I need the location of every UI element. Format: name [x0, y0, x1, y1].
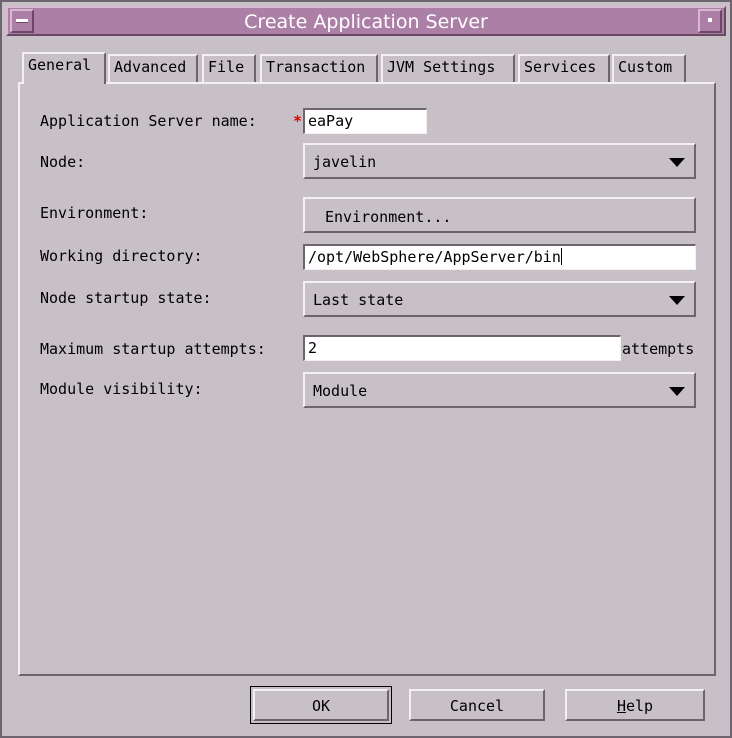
text-caret	[560, 248, 562, 265]
working-directory-value: /opt/WebSphere/AppServer/bin	[308, 248, 561, 266]
tab-advanced[interactable]: Advanced	[108, 54, 198, 82]
server-name-label: Application Server name:	[40, 112, 257, 130]
arrow-down-icon	[669, 387, 685, 396]
module-visibility-value: Module	[313, 382, 368, 400]
window-title: Create Application Server	[244, 11, 488, 33]
tab-jvm-settings[interactable]: JVM Settings	[381, 54, 515, 82]
environment-label: Environment:	[40, 204, 149, 222]
environment-button-label: Environment...	[325, 208, 452, 226]
node-select-value: javelin	[313, 153, 377, 171]
help-label-rest: elp	[625, 697, 654, 715]
cancel-button[interactable]: Cancel	[409, 689, 545, 721]
ok-button-label: OK	[311, 697, 331, 715]
tab-services[interactable]: Services	[518, 54, 610, 82]
module-visibility-select[interactable]: Module	[303, 372, 696, 408]
node-startup-state-label: Node startup state:	[40, 289, 212, 307]
tab-file[interactable]: File	[202, 54, 256, 82]
cancel-button-label: Cancel	[449, 697, 505, 715]
ok-button[interactable]: OK	[253, 689, 389, 721]
title-bar[interactable]: Create Application Server	[6, 6, 726, 36]
tab-transaction[interactable]: Transaction	[260, 54, 378, 82]
tab-general[interactable]: General	[22, 52, 106, 84]
create-app-server-dialog: Create Application Server General Advanc…	[0, 0, 732, 738]
server-name-input[interactable]: eaPay	[303, 108, 427, 134]
node-startup-state-value: Last state	[313, 291, 404, 309]
environment-button[interactable]: Environment...	[303, 197, 696, 233]
maximize-button[interactable]	[698, 9, 722, 33]
working-directory-input[interactable]: /opt/WebSphere/AppServer/bin	[303, 244, 696, 270]
node-startup-state-select[interactable]: Last state	[303, 281, 696, 317]
arrow-down-icon	[669, 158, 685, 167]
node-select[interactable]: javelin	[303, 143, 696, 179]
tab-custom[interactable]: Custom	[612, 54, 686, 82]
help-mnemonic: H	[616, 697, 626, 715]
max-startup-attempts-label: Maximum startup attempts:	[40, 340, 266, 358]
required-icon: *	[293, 112, 303, 130]
working-directory-label: Working directory:	[40, 247, 203, 265]
module-visibility-label: Module visibility:	[40, 380, 203, 398]
maximize-icon	[708, 18, 712, 22]
node-label: Node:	[40, 153, 86, 171]
max-startup-attempts-input[interactable]: 2	[303, 335, 621, 361]
help-button[interactable]: Help	[565, 689, 705, 721]
arrow-down-icon	[669, 296, 685, 305]
attempts-unit-label: attempts	[622, 340, 695, 358]
help-button-label: Help	[567, 697, 703, 715]
